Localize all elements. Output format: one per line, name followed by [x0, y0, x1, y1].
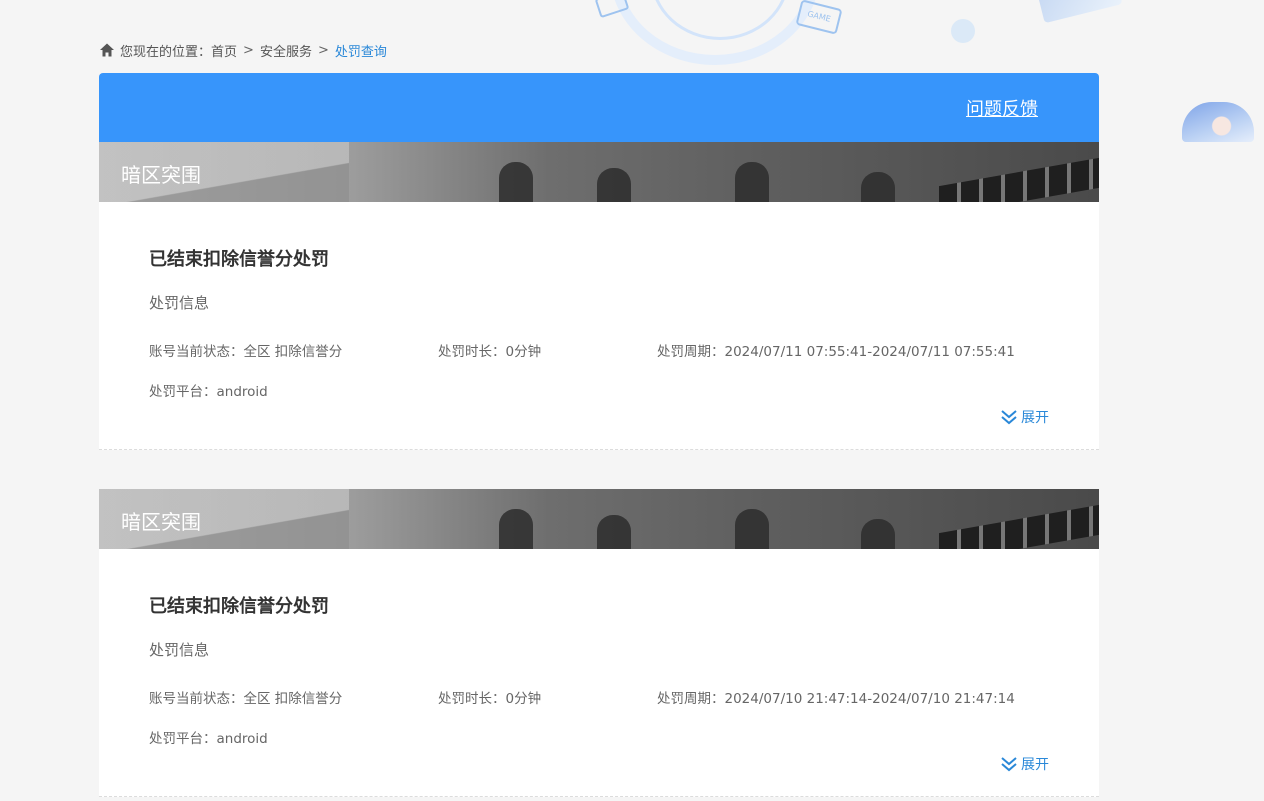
period-value: 2024/07/11 07:55:41-2024/07/11 07:55:41	[724, 344, 1015, 360]
platform-field: 处罚平台：android	[149, 380, 1049, 400]
penalty-record-card: 暗区突围 已结束扣除信誉分处罚 处罚信息 账号当前状态：全区 扣除信誉分 处罚时…	[99, 142, 1099, 450]
decorative-dot	[951, 19, 975, 43]
expand-label: 展开	[1021, 757, 1049, 773]
decorative-crystal	[1037, 0, 1123, 24]
game-banner: 暗区突围	[99, 142, 1099, 202]
period-label: 处罚周期：	[657, 344, 725, 360]
platform-value: android	[216, 384, 268, 400]
decorative-phone-icon	[594, 0, 630, 19]
game-banner: 暗区突围	[99, 489, 1099, 549]
period-field: 处罚周期：2024/07/10 21:47:14-2024/07/10 21:4…	[657, 687, 1015, 707]
section-label: 处罚信息	[149, 294, 210, 312]
decorative-game-icon: GAME	[795, 0, 843, 35]
penalty-details-row: 账号当前状态：全区 扣除信誉分 处罚时长：0分钟 处罚周期：2024/07/11…	[149, 340, 1049, 360]
decorative-ring-inner	[650, 0, 790, 40]
double-chevron-down-icon	[1001, 410, 1017, 425]
expand-label: 展开	[1021, 410, 1049, 426]
breadcrumb-home-link[interactable]: 首页	[211, 41, 237, 60]
penalty-record-card: 暗区突围 已结束扣除信誉分处罚 处罚信息 账号当前状态：全区 扣除信誉分 处罚时…	[99, 489, 1099, 797]
banner-image-figure	[861, 519, 895, 549]
double-chevron-down-icon	[1001, 757, 1017, 772]
section-label: 处罚信息	[149, 641, 210, 659]
banner-image-figure	[861, 172, 895, 202]
duration-field: 处罚时长：0分钟	[438, 687, 657, 707]
decorative-character-image	[1182, 102, 1254, 142]
banner-image-figure	[499, 162, 533, 202]
period-label: 处罚周期：	[657, 691, 725, 707]
feedback-link[interactable]: 问题反馈	[966, 95, 1038, 121]
penalty-status-title: 已结束扣除信誉分处罚	[149, 249, 329, 270]
expand-button[interactable]: 展开	[1000, 407, 1049, 427]
banner-image-figure	[597, 515, 631, 549]
game-title: 暗区突围	[121, 163, 201, 187]
breadcrumb-separator: >	[243, 42, 254, 58]
account-status-label: 账号当前状态：	[149, 344, 244, 360]
breadcrumb-separator: >	[317, 42, 329, 58]
account-status-value: 全区 扣除信誉分	[243, 691, 343, 707]
game-title: 暗区突围	[121, 510, 201, 534]
duration-label: 处罚时长：	[438, 344, 506, 360]
penalty-record-body: 已结束扣除信誉分处罚 处罚信息 账号当前状态：全区 扣除信誉分 处罚时长：0分钟…	[99, 549, 1099, 797]
banner-image-figure	[735, 162, 769, 202]
account-status-field: 账号当前状态：全区 扣除信誉分	[149, 340, 438, 360]
account-status-field: 账号当前状态：全区 扣除信誉分	[149, 687, 438, 707]
penalty-list-container: 问题反馈 暗区突围 已结束扣除信誉分处罚 处罚信息 账号当前状态：全区 扣除信誉…	[99, 73, 1099, 797]
expand-button[interactable]: 展开	[1000, 754, 1049, 774]
breadcrumb-prefix: 您现在的位置：	[120, 44, 212, 60]
account-status-label: 账号当前状态：	[149, 691, 244, 707]
banner-image-figure	[735, 509, 769, 549]
card-separator	[99, 450, 1099, 489]
decorative-ring	[610, 0, 820, 65]
account-status-value: 全区 扣除信誉分	[243, 344, 343, 360]
penalty-status-title: 已结束扣除信誉分处罚	[149, 596, 329, 617]
duration-label: 处罚时长：	[438, 691, 506, 707]
period-field: 处罚周期：2024/07/11 07:55:41-2024/07/11 07:5…	[657, 340, 1015, 360]
duration-field: 处罚时长：0分钟	[438, 340, 657, 360]
banner-image-track	[939, 157, 1099, 202]
platform-label: 处罚平台：	[149, 384, 217, 400]
period-value: 2024/07/10 21:47:14-2024/07/10 21:47:14	[724, 691, 1015, 707]
breadcrumb: 您现在的位置： 首页 > 安全服务 > 处罚查询	[99, 40, 387, 60]
breadcrumb-current: 处罚查询	[334, 44, 387, 60]
banner-image-figure	[597, 168, 631, 202]
platform-label: 处罚平台：	[149, 731, 217, 747]
home-icon	[100, 43, 114, 57]
platform-field: 处罚平台：android	[149, 727, 1049, 747]
breadcrumb-security-link[interactable]: 安全服务	[260, 41, 312, 60]
banner-image-figure	[499, 509, 533, 549]
banner-image-track	[939, 504, 1099, 549]
page-header: 问题反馈	[99, 73, 1099, 142]
duration-value: 0分钟	[505, 691, 542, 707]
platform-value: android	[216, 731, 268, 747]
penalty-details-row: 账号当前状态：全区 扣除信誉分 处罚时长：0分钟 处罚周期：2024/07/10…	[149, 687, 1049, 707]
penalty-record-body: 已结束扣除信誉分处罚 处罚信息 账号当前状态：全区 扣除信誉分 处罚时长：0分钟…	[99, 202, 1099, 450]
duration-value: 0分钟	[505, 344, 542, 360]
